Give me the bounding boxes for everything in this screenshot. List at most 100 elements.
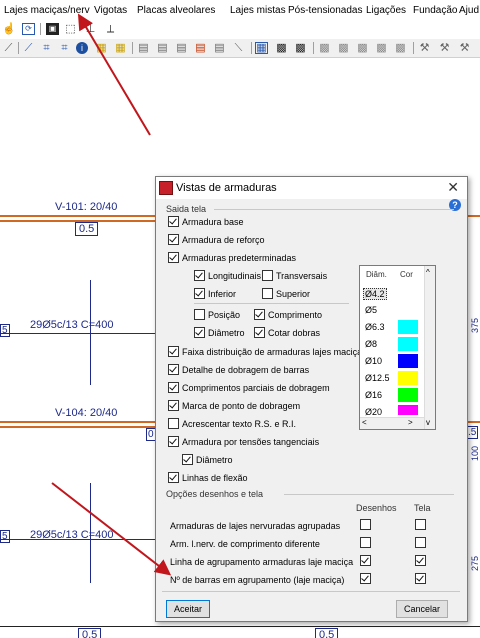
menu-fundacao[interactable]: Fundação xyxy=(413,5,457,16)
frame-icon[interactable]: ▣ xyxy=(46,23,59,35)
comprimentos-parciais-checkbox[interactable]: Comprimentos parciais de dobragem xyxy=(168,382,330,393)
list-item[interactable]: Ø12.5 xyxy=(360,370,424,386)
column-header-desenhos: Desenhos xyxy=(356,503,397,513)
color-swatch[interactable] xyxy=(398,320,418,334)
comprimento-checkbox[interactable]: Comprimento xyxy=(254,309,322,320)
tensoes-tangenciais-checkbox[interactable]: Armadura por tensões tangenciais xyxy=(168,436,319,447)
list-item[interactable]: Ø4.2 xyxy=(360,285,424,301)
faixa-distribuicao-checkbox[interactable]: Faixa distribuição de armaduras lajes ma… xyxy=(168,346,367,357)
menu-vigotas[interactable]: Vigotas xyxy=(94,5,127,16)
list-item[interactable]: Ø5 xyxy=(360,302,424,318)
option-desenhos-checkbox[interactable] xyxy=(360,519,371,530)
tool-d-icon[interactable]: ▩ xyxy=(375,42,388,54)
chevron-left-icon[interactable]: < xyxy=(362,418,367,427)
horizontal-scrollbar[interactable]: < > xyxy=(360,417,424,429)
diametro-tensoes-checkbox[interactable]: Diâmetro xyxy=(182,454,233,465)
toolbar-row-1: ☝ ⟳ ▣ ⬚ ⊥ ⟂ xyxy=(0,20,480,38)
chevron-up-icon[interactable]: ^ xyxy=(426,268,430,277)
longitudinais-checkbox[interactable]: Longitudinais xyxy=(194,270,261,281)
draw-line-icon[interactable]: ⟋ xyxy=(22,42,35,54)
linhas-flexao-checkbox[interactable]: Linhas de flexão xyxy=(168,472,248,483)
grid-icon[interactable]: ⌗ xyxy=(40,42,53,54)
list-item[interactable]: Ø20 xyxy=(360,404,424,416)
reinforcement-views-dialog: Vistas de armaduras ✕ ? Saida tela Armad… xyxy=(155,176,468,622)
view-b-icon[interactable]: ▤ xyxy=(156,42,169,54)
edge-label: 5 xyxy=(0,530,10,543)
app-icon xyxy=(159,181,173,195)
cotar-dobras-checkbox[interactable]: Cotar dobras xyxy=(254,327,320,338)
column-header-cor: Cor xyxy=(400,270,413,279)
grid-alt-icon[interactable]: ⌗ xyxy=(58,42,71,54)
menu-placas-alveolares[interactable]: Placas alveolares xyxy=(137,5,215,16)
close-icon[interactable]: ✕ xyxy=(447,179,459,196)
option-desenhos-checkbox[interactable] xyxy=(360,555,371,566)
tool-h-icon[interactable]: ⚒ xyxy=(458,42,471,54)
layers-icon[interactable]: ▦ xyxy=(95,42,108,54)
menu-ligacoes[interactable]: Ligações xyxy=(366,5,406,16)
tool-f-icon[interactable]: ⚒ xyxy=(418,42,431,54)
color-swatch[interactable] xyxy=(398,405,418,415)
view-c-icon[interactable]: ▤ xyxy=(175,42,188,54)
tool-a-icon[interactable]: ▩ xyxy=(318,42,331,54)
cancel-button[interactable]: Cancelar xyxy=(396,600,448,618)
list-item[interactable]: Ø16 xyxy=(360,387,424,403)
menu-lajes-macicas[interactable]: Lajes maciças/nerv xyxy=(4,5,90,16)
tool-g-icon[interactable]: ⚒ xyxy=(438,42,451,54)
menu-lajes-mistas[interactable]: Lajes mistas xyxy=(230,5,286,16)
info-icon[interactable]: i xyxy=(76,42,88,54)
menu-pos-tensionadas[interactable]: Pós-tensionadas xyxy=(288,5,363,16)
slash-icon[interactable]: ⟋ xyxy=(2,42,15,54)
armadura-base-checkbox[interactable]: Armadura base xyxy=(168,216,244,227)
refresh-view-icon[interactable]: ⟳ xyxy=(22,23,35,35)
color-swatch[interactable] xyxy=(398,371,418,385)
color-swatch[interactable] xyxy=(398,354,418,368)
section-icon[interactable]: ⊥ xyxy=(84,23,97,35)
option-tela-checkbox[interactable] xyxy=(415,555,426,566)
view-e-icon[interactable]: ▤ xyxy=(213,42,226,54)
view-a-icon[interactable]: ▤ xyxy=(137,42,150,54)
vertical-scrollbar[interactable]: ^ v xyxy=(424,266,435,429)
detalhe-dobragem-checkbox[interactable]: Detalhe de dobragem de barras xyxy=(168,364,309,375)
diametro-checkbox[interactable]: Diâmetro xyxy=(194,327,245,338)
zoom-window-icon[interactable]: ⬚ xyxy=(64,23,77,35)
superior-checkbox[interactable]: Superior xyxy=(262,288,310,299)
side-dimension: 275 xyxy=(470,556,480,572)
tool-e-icon[interactable]: ▩ xyxy=(394,42,407,54)
option-tela-checkbox[interactable] xyxy=(415,573,426,584)
toolbar-row-2: ⟋ ⟋ ⌗ ⌗ i ▦ ▦ ▤ ▤ ▤ ▤ ▤ ⟍ ▦ ▩ ▩ ▩ ▩ ▩ ▩ … xyxy=(0,39,480,58)
tool-b-icon[interactable]: ▩ xyxy=(337,42,350,54)
menu-bar: Lajes maciças/nerv Vigotas Placas alveol… xyxy=(0,0,480,20)
plan-icon[interactable]: ▦ xyxy=(114,42,127,54)
option-tela-checkbox[interactable] xyxy=(415,519,426,530)
marca-ponto-checkbox[interactable]: Marca de ponto de dobragem xyxy=(168,400,300,411)
chevron-down-icon[interactable]: v xyxy=(426,418,430,427)
tool-c-icon[interactable]: ▩ xyxy=(356,42,369,54)
color-swatch[interactable] xyxy=(398,388,418,402)
inferior-checkbox[interactable]: Inferior xyxy=(194,288,236,299)
color-swatch[interactable] xyxy=(398,337,418,351)
accept-button[interactable]: Aceitar xyxy=(166,600,210,618)
list-item[interactable]: Ø6.3 xyxy=(360,319,424,335)
mesh-icon[interactable]: ▩ xyxy=(275,42,288,54)
axes-icon[interactable]: ⟂ xyxy=(104,23,117,35)
hand-icon[interactable]: ☝ xyxy=(2,23,16,35)
option-tela-checkbox[interactable] xyxy=(415,537,426,548)
armaduras-predeterminadas-checkbox[interactable]: Armaduras predeterminadas xyxy=(168,252,296,263)
armadura-reforco-checkbox[interactable]: Armadura de reforço xyxy=(168,234,265,245)
posicao-checkbox[interactable]: Posição xyxy=(194,309,240,320)
option-desenhos-checkbox[interactable] xyxy=(360,537,371,548)
diameter-color-list[interactable]: Diâm. Cor Ø4.2 Ø5 Ø6.3 Ø8 Ø10 Ø12.5 Ø16 … xyxy=(359,265,436,430)
option-desenhos-checkbox[interactable] xyxy=(360,573,371,584)
view-d-icon[interactable]: ▤ xyxy=(194,42,207,54)
chevron-right-icon[interactable]: > xyxy=(408,418,413,427)
transversais-checkbox[interactable]: Transversais xyxy=(262,270,327,281)
bar-annotation: 29Ø5c/13 C=400 xyxy=(30,319,114,331)
menu-ajuda[interactable]: Ajud xyxy=(459,5,479,16)
dimension-label: 0.5 xyxy=(315,628,339,638)
view-f-icon[interactable]: ⟍ xyxy=(232,42,245,54)
list-item[interactable]: Ø10 xyxy=(360,353,424,369)
list-item[interactable]: Ø8 xyxy=(360,336,424,352)
acrescentar-texto-checkbox[interactable]: Acrescentar texto R.S. e R.I. xyxy=(168,418,296,429)
reinforcement-view-icon[interactable]: ▦ xyxy=(255,42,268,54)
mesh-alt-icon[interactable]: ▩ xyxy=(294,42,307,54)
